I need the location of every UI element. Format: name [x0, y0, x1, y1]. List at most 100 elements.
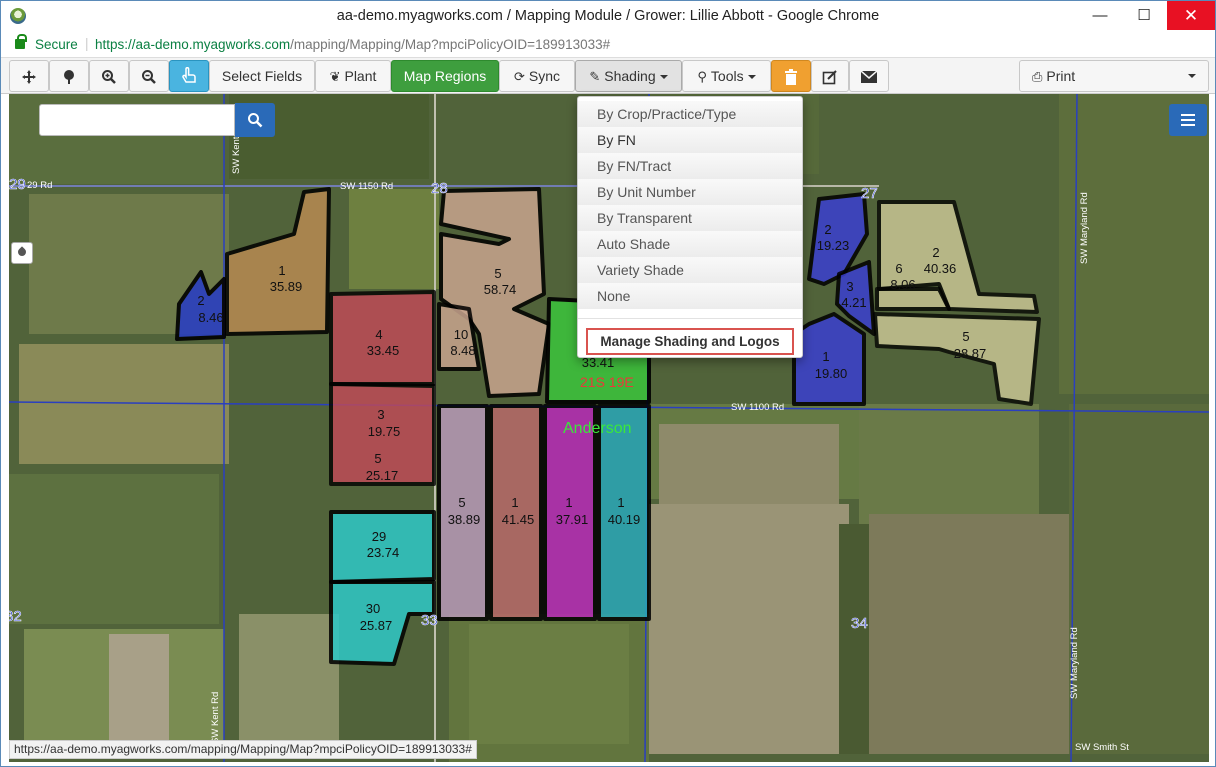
- shading-option-selected[interactable]: By FN: [578, 127, 802, 153]
- zoom-in-button[interactable]: [89, 60, 129, 92]
- field-fn-label: 1: [511, 495, 518, 510]
- address-bar[interactable]: Secure | https://aa-demo.myagworks.com/m…: [1, 32, 1215, 58]
- caret-down-icon: [659, 75, 668, 80]
- print-dropdown-button[interactable]: ⎙ Print: [1019, 60, 1209, 92]
- road-label: SW Maryland Rd: [1079, 192, 1090, 264]
- trash-icon: [785, 69, 797, 85]
- caret-down-icon: [747, 75, 756, 80]
- field-acres-label: 33.45: [367, 343, 400, 358]
- shading-option[interactable]: By Transparent: [578, 205, 802, 231]
- section-number: 29: [9, 176, 26, 193]
- field-acres-label: 19.80: [815, 366, 848, 381]
- url-host: https://aa-demo.myagworks.com: [95, 37, 291, 52]
- select-pointer-button[interactable]: [169, 60, 209, 92]
- field-fn-label: 1: [278, 263, 285, 278]
- search-icon: [248, 113, 263, 128]
- sync-button[interactable]: ⟳ Sync: [499, 60, 575, 92]
- field-fn-label: 5: [374, 451, 381, 466]
- print-label: Print: [1046, 68, 1076, 84]
- shading-option[interactable]: Variety Shade: [578, 257, 802, 283]
- pan-button[interactable]: [9, 60, 49, 92]
- sync-icon: ⟳: [513, 69, 525, 84]
- road-label: SW Kent Rd: [210, 692, 221, 744]
- shading-dropdown-button[interactable]: ✎ Shading: [575, 60, 682, 92]
- water-drop-icon[interactable]: [11, 242, 33, 264]
- envelope-icon: [860, 70, 878, 83]
- field-fn-label: 1: [822, 349, 829, 364]
- field-acres-label: 4.21: [841, 295, 866, 310]
- select-fields-button[interactable]: Select Fields: [209, 60, 315, 92]
- caret-down-icon: [1188, 74, 1196, 78]
- field-acres-label: 8.48: [450, 343, 475, 358]
- shading-option[interactable]: By Unit Number: [578, 179, 802, 205]
- map-search-input[interactable]: [39, 104, 235, 136]
- farm-name-label: Anderson: [563, 420, 632, 437]
- shading-dropdown-menu: By Crop/Practice/Type By FN By FN/Tract …: [577, 96, 803, 358]
- field-fn-label: 2: [932, 245, 939, 260]
- shading-option[interactable]: By FN/Tract: [578, 153, 802, 179]
- field-acres-label: 8.06: [890, 277, 915, 292]
- manage-shading-button[interactable]: Manage Shading and Logos: [586, 328, 794, 355]
- maximize-button[interactable]: ☐: [1121, 1, 1167, 30]
- hand-pointer-icon: [182, 67, 196, 83]
- field-acres-label: 23.74: [367, 545, 400, 560]
- field-acres-label: 25.87: [360, 618, 393, 633]
- close-button[interactable]: ✕: [1167, 1, 1215, 30]
- move-arrows-icon: [22, 70, 36, 84]
- map-regions-button[interactable]: Map Regions: [391, 60, 499, 92]
- field-fn-label: 1: [617, 495, 624, 510]
- road-label: SW Maryland Rd: [1069, 627, 1080, 699]
- field-fn-label: 2: [197, 293, 204, 308]
- lock-icon: [15, 34, 27, 49]
- edit-square-icon: [822, 70, 837, 85]
- field-fn-label: 5: [962, 329, 969, 344]
- field-acres-label: 41.45: [502, 512, 535, 527]
- layers-menu-button[interactable]: [1169, 104, 1207, 136]
- section-number: 34: [851, 615, 868, 632]
- shading-option[interactable]: None: [578, 283, 802, 309]
- hamburger-icon: [1181, 119, 1195, 121]
- road-label: SW Smith St: [1075, 742, 1129, 753]
- field-acres-label: 35.89: [270, 279, 303, 294]
- plant-button[interactable]: ❦ Plant: [315, 60, 391, 92]
- delete-button[interactable]: [771, 60, 811, 92]
- title-bar: aa-demo.myagworks.com / Mapping Module /…: [1, 1, 1215, 32]
- window-title: aa-demo.myagworks.com / Mapping Module /…: [336, 8, 880, 24]
- field-fn-label: 5: [494, 266, 501, 281]
- field-polygon: [875, 287, 951, 311]
- url-text[interactable]: https://aa-demo.myagworks.com/mapping/Ma…: [95, 37, 610, 52]
- field-fn-label: 30: [366, 601, 380, 616]
- section-number: 27: [861, 185, 878, 202]
- pushpin-icon: ⚲: [697, 69, 707, 84]
- tree-icon: [64, 70, 74, 84]
- section-number: 33: [421, 612, 438, 629]
- secure-label: Secure: [35, 37, 78, 52]
- field-fn-label: 5: [458, 495, 465, 510]
- minimize-button[interactable]: —: [1077, 1, 1123, 30]
- email-button[interactable]: [849, 60, 889, 92]
- address-separator: |: [85, 36, 89, 51]
- map-toolbar: Select Fields ❦ Plant Map Regions ⟳ Sync ✎…: [1, 58, 1215, 94]
- pencil-icon: ✎: [589, 69, 601, 84]
- edit-button[interactable]: [811, 60, 849, 92]
- shading-option[interactable]: By Crop/Practice/Type: [578, 101, 802, 127]
- shading-option[interactable]: Auto Shade: [578, 231, 802, 257]
- field-acres-label: 38.89: [448, 512, 481, 527]
- tools-label: Tools: [710, 68, 744, 84]
- shading-label: Shading: [604, 68, 656, 84]
- tools-dropdown-button[interactable]: ⚲ Tools: [682, 60, 771, 92]
- menu-divider: [578, 318, 802, 319]
- url-path: /mapping/Mapping/Map?mpciPolicyOID=18991…: [290, 37, 611, 52]
- section-number: 28: [431, 180, 448, 197]
- field-acres-label: 19.23: [817, 238, 850, 253]
- field-fn-label: 3: [377, 407, 384, 422]
- road-label: SW 1100 Rd: [731, 402, 784, 413]
- map-search-button[interactable]: [235, 103, 275, 137]
- road-label: SW 1150 Rd: [340, 181, 393, 192]
- sync-label: Sync: [528, 68, 561, 84]
- field-acres-label: 37.91: [556, 512, 589, 527]
- tree-button[interactable]: [49, 60, 89, 92]
- field-fn-label: 2: [824, 222, 831, 237]
- hamburger-icon: [1181, 114, 1195, 116]
- zoom-out-button[interactable]: [129, 60, 169, 92]
